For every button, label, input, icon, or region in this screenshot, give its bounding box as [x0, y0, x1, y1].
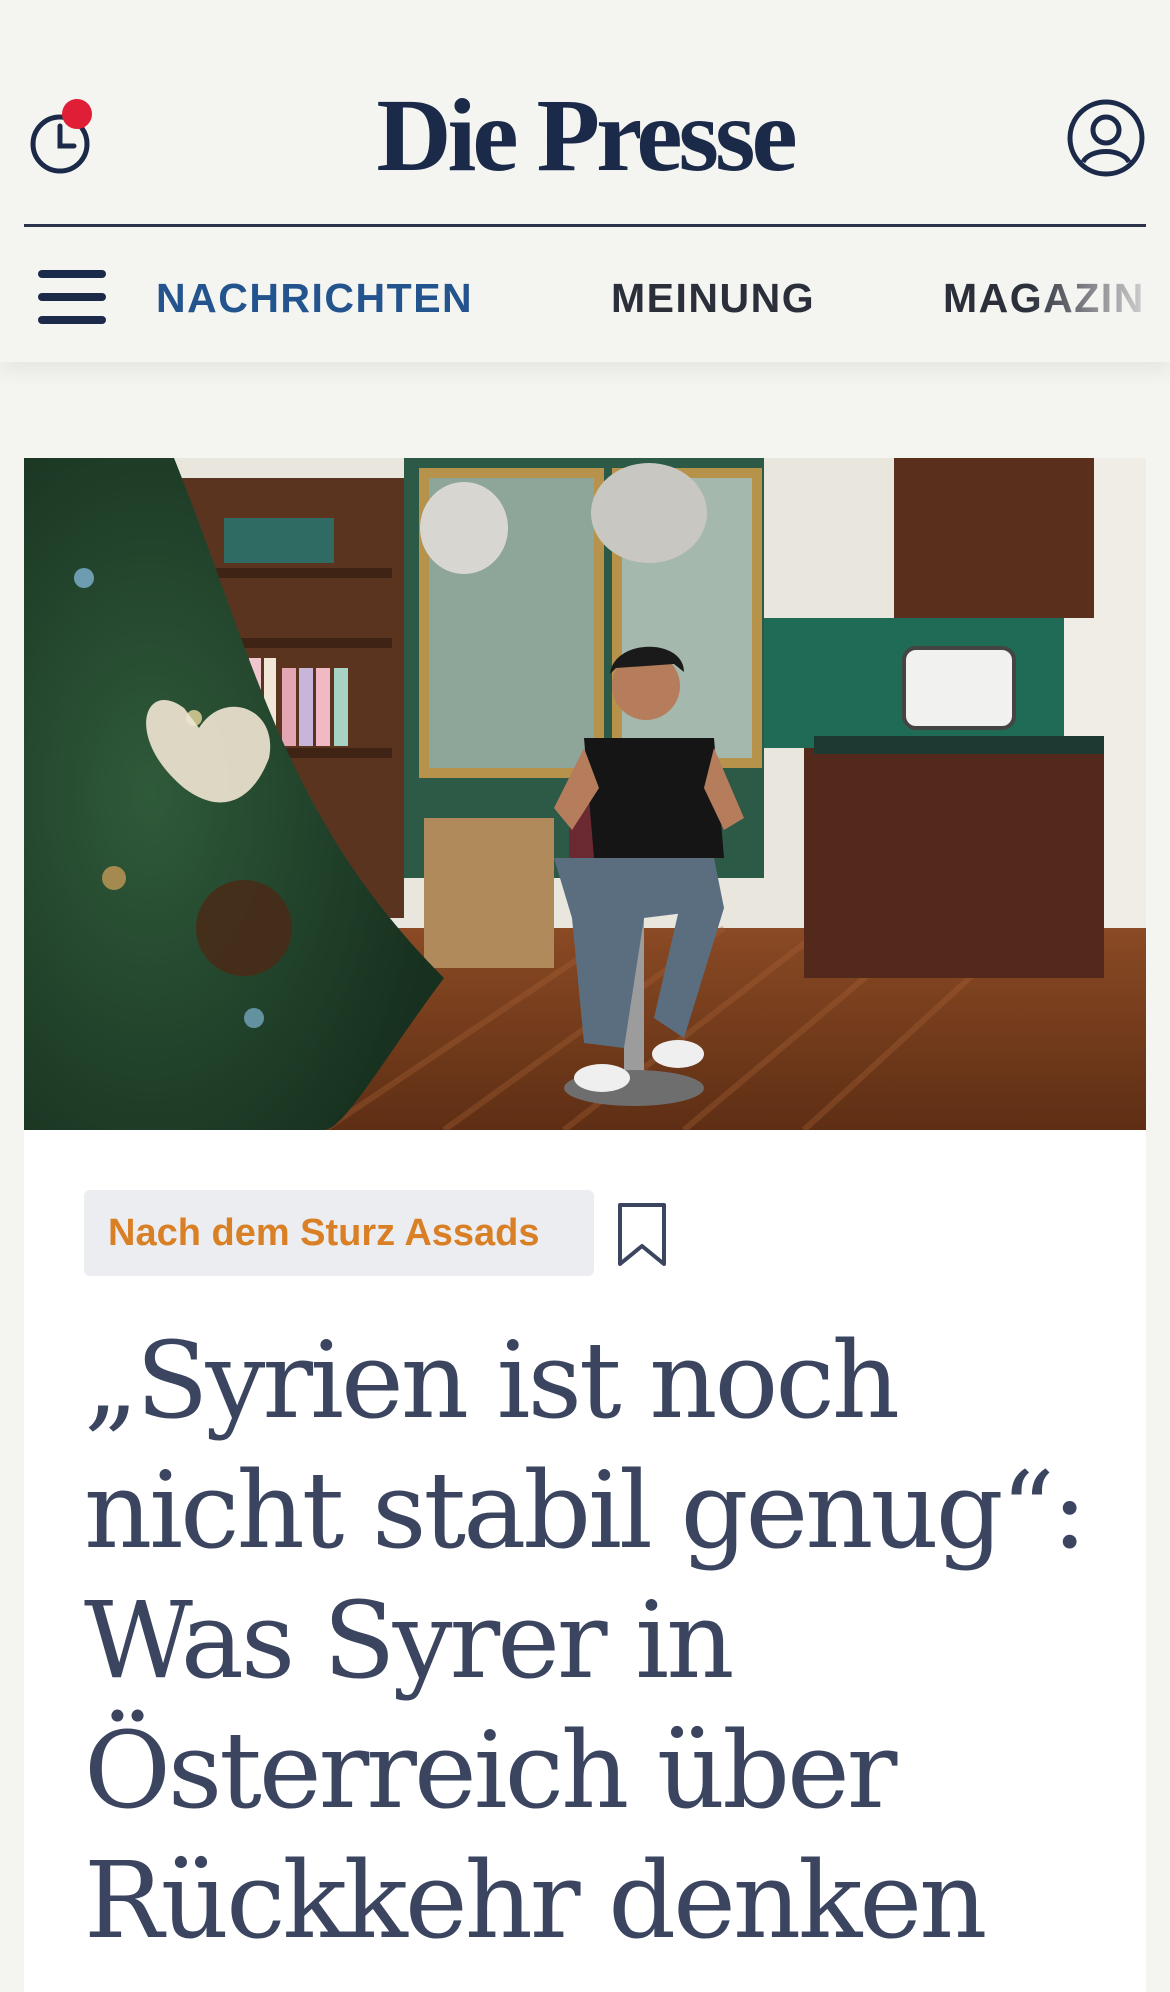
section-nav: NACHRICHTEN MEINUNG MAGAZIN — [156, 268, 1170, 328]
bookmark-button[interactable] — [616, 1202, 668, 1268]
account-button[interactable] — [1066, 98, 1146, 178]
article-topic-tag[interactable]: Nach dem Sturz Assads — [84, 1190, 594, 1276]
menu-button[interactable] — [38, 268, 106, 326]
article-card[interactable]: Nach dem Sturz Assads „Syrien ist noch n… — [24, 458, 1146, 1992]
site-logo[interactable]: Die Presse — [0, 80, 1170, 192]
article-headline[interactable]: „Syrien ist noch nicht stabil genug“: Wa… — [84, 1316, 1114, 1966]
user-account-icon — [1067, 99, 1145, 177]
header-divider — [24, 224, 1146, 227]
nav-item-nachrichten[interactable]: NACHRICHTEN — [156, 268, 473, 328]
site-header: Die Presse NACHRICHTEN MEINUNG MAGAZIN — [0, 0, 1170, 362]
hamburger-menu-icon — [38, 270, 106, 278]
hero-photo — [24, 458, 1146, 1130]
article-hero-image — [24, 458, 1146, 1130]
headline-line: Rückkehr denken — [84, 1839, 987, 1962]
bookmark-icon — [618, 1203, 666, 1266]
nav-item-magazin[interactable]: MAGAZIN — [943, 268, 1145, 328]
headline-line: „Syrien ist noch — [84, 1319, 900, 1442]
headline-line: nicht stabil genug“: — [84, 1449, 1088, 1572]
nav-item-meinung[interactable]: MEINUNG — [611, 268, 815, 328]
headline-line: Was Syrer in — [84, 1579, 734, 1702]
headline-line: Österreich über — [84, 1709, 897, 1832]
